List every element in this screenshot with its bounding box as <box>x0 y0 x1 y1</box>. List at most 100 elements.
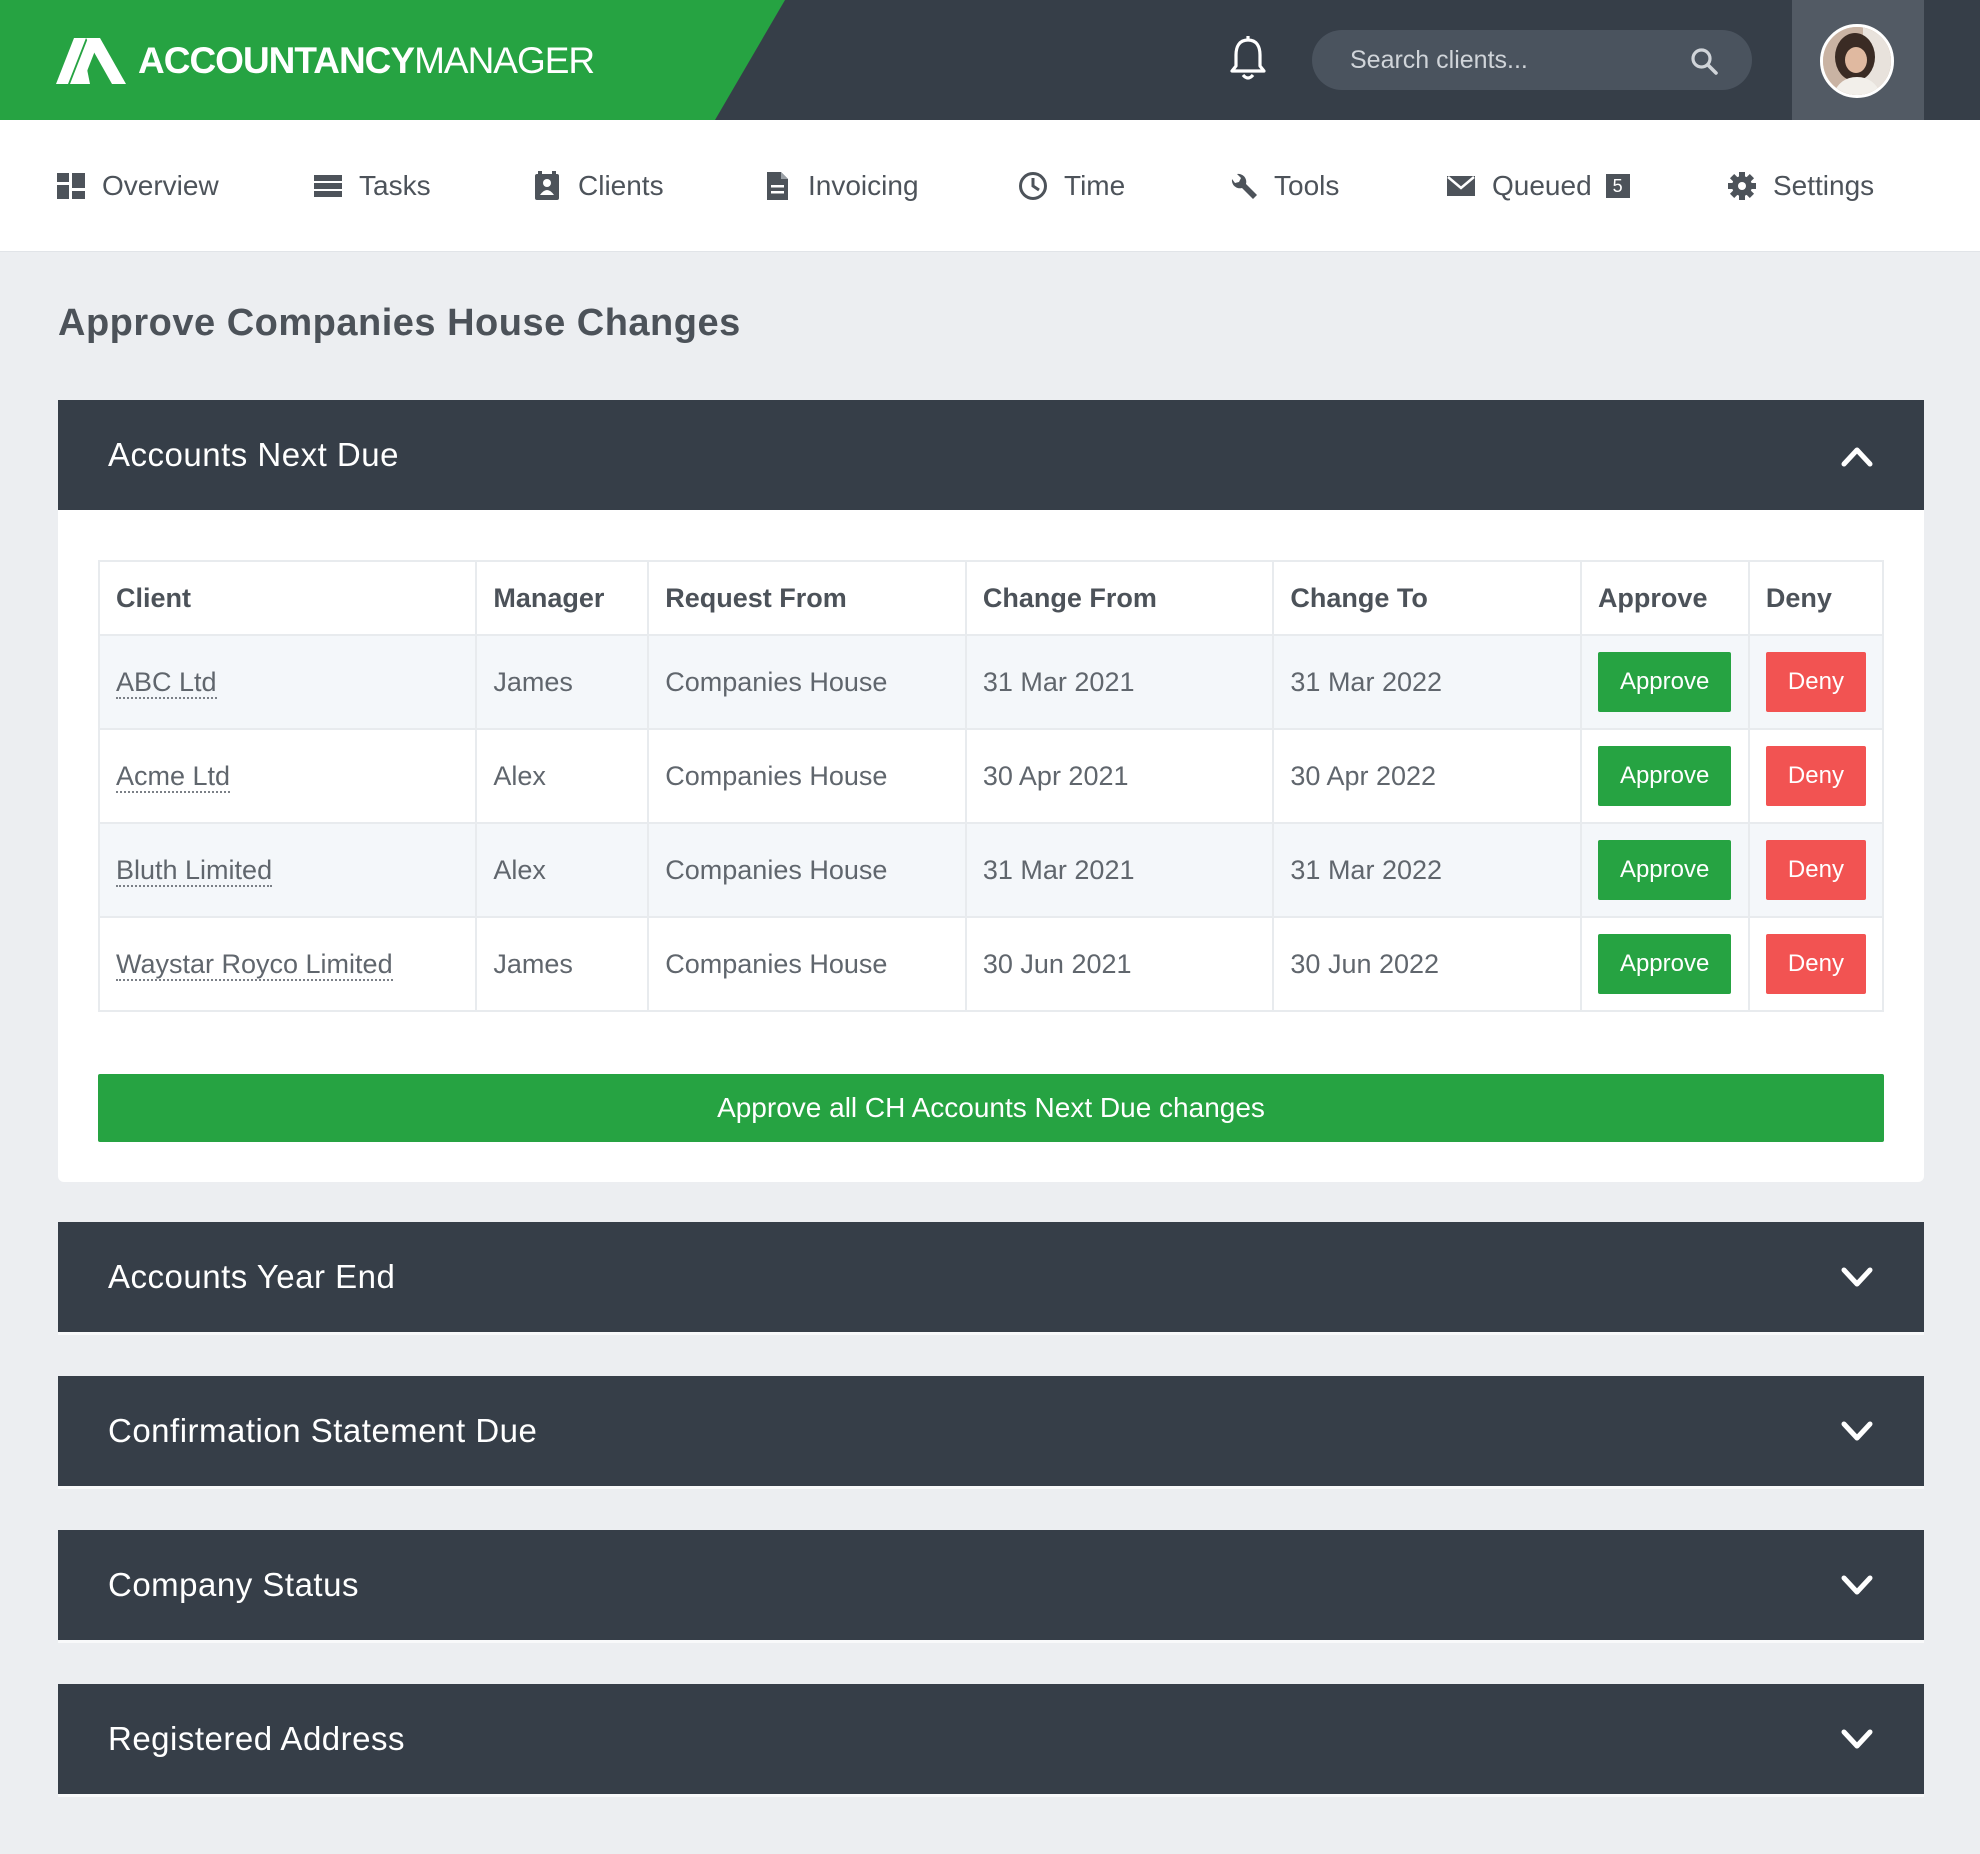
chevron-down-icon[interactable] <box>1840 1724 1874 1754</box>
approve-button[interactable]: Approve <box>1597 652 1732 712</box>
cell-change-to: 30 Jun 2022 <box>1272 916 1582 1012</box>
panel-title: Registered Address <box>108 1720 405 1757</box>
wrench-icon <box>1231 173 1257 199</box>
contact-icon <box>535 171 559 200</box>
user-photo-icon <box>1823 27 1891 95</box>
cell-manager: Alex <box>475 728 650 824</box>
cell-request-from: Companies House <box>647 634 967 730</box>
page-title: Approve Companies House Changes <box>58 302 741 344</box>
cell-manager: Alex <box>475 822 650 918</box>
panel-header-company-status[interactable]: Company Status <box>58 1530 1924 1640</box>
approve-button[interactable]: Approve <box>1597 934 1732 994</box>
cell-client: Acme Ltd <box>97 728 478 824</box>
cell-change-to: 31 Mar 2022 <box>1272 822 1582 918</box>
nav-item-invoicing[interactable]: Invoicing <box>762 120 919 252</box>
chevron-down-icon[interactable] <box>1840 1416 1874 1446</box>
nav-label: Queued <box>1492 170 1592 201</box>
nav-item-clients[interactable]: Clients <box>532 120 664 252</box>
cell-client: ABC Ltd <box>97 634 478 730</box>
nav-label: Tools <box>1274 170 1340 201</box>
cell-change-from: 30 Jun 2021 <box>964 916 1275 1012</box>
column-header-client: Client <box>97 560 478 636</box>
client-link[interactable]: Acme Ltd <box>116 760 231 793</box>
cell-change-from: 31 Mar 2021 <box>964 822 1275 918</box>
column-header-change-from: Change From <box>964 560 1275 636</box>
deny-button[interactable]: Deny <box>1765 840 1866 900</box>
panel-title: Accounts Next Due <box>108 436 399 473</box>
cell-manager: James <box>475 916 650 1012</box>
cell-client: Waystar Royco Limited <box>97 916 478 1012</box>
top-bar: ACCOUNTANCYMANAGER <box>0 0 1980 120</box>
cell-manager: James <box>475 634 650 730</box>
chevron-down-icon[interactable] <box>1840 1262 1874 1292</box>
table-row: Bluth Limited Alex Companies House 31 Ma… <box>97 822 1885 918</box>
chevron-down-icon[interactable] <box>1840 1570 1874 1600</box>
envelope-icon <box>1447 176 1475 196</box>
notification-bell-icon[interactable] <box>1228 36 1268 82</box>
nav-label: Clients <box>578 170 664 201</box>
cell-approve: Approve <box>1579 916 1750 1012</box>
table-header-row: Client Manager Request From Change From … <box>97 560 1885 636</box>
nav-item-overview[interactable]: Overview <box>56 120 219 252</box>
accountancy-manager-logo-icon <box>56 38 126 84</box>
nav-item-queued[interactable]: Queued 5 <box>1446 120 1630 252</box>
nav-item-settings[interactable]: Settings <box>1727 120 1874 252</box>
column-header-approve: Approve <box>1579 560 1750 636</box>
table-row: ABC Ltd James Companies House 31 Mar 202… <box>97 634 1885 730</box>
queued-count-badge: 5 <box>1605 174 1630 198</box>
column-header-request-from: Request From <box>647 560 967 636</box>
changes-table: Client Manager Request From Change From … <box>97 560 1885 1012</box>
cell-change-to: 30 Apr 2022 <box>1272 728 1582 824</box>
panel-header-registered-address[interactable]: Registered Address <box>58 1684 1924 1794</box>
cell-approve: Approve <box>1579 634 1750 730</box>
table-row: Acme Ltd Alex Companies House 30 Apr 202… <box>97 728 1885 824</box>
cell-deny: Deny <box>1747 728 1885 824</box>
cell-change-to: 31 Mar 2022 <box>1272 634 1582 730</box>
nav-label: Settings <box>1773 170 1875 201</box>
nav-item-tasks[interactable]: Tasks <box>313 120 431 252</box>
panel-header-accounts-year-end[interactable]: Accounts Year End <box>58 1222 1924 1332</box>
deny-button[interactable]: Deny <box>1765 934 1866 994</box>
nav-item-tools[interactable]: Tools <box>1228 120 1339 252</box>
nav-item-time[interactable]: Time <box>1018 120 1125 252</box>
chevron-up-icon[interactable] <box>1840 440 1874 470</box>
client-link[interactable]: Bluth Limited <box>116 854 273 887</box>
cell-client: Bluth Limited <box>97 822 478 918</box>
column-header-change-to: Change To <box>1272 560 1582 636</box>
cell-change-from: 31 Mar 2021 <box>964 634 1275 730</box>
deny-button[interactable]: Deny <box>1765 652 1866 712</box>
panel-title: Accounts Year End <box>108 1258 396 1295</box>
approve-all-button[interactable]: Approve all CH Accounts Next Due changes <box>98 1074 1884 1142</box>
cell-approve: Approve <box>1579 728 1750 824</box>
approve-button[interactable]: Approve <box>1597 746 1732 806</box>
nav-label: Invoicing <box>808 170 919 201</box>
nav-label: Overview <box>102 170 219 201</box>
column-header-manager: Manager <box>475 560 650 636</box>
brand-name: ACCOUNTANCYMANAGER <box>138 40 595 81</box>
panel-header-confirmation-statement-due[interactable]: Confirmation Statement Due <box>58 1376 1924 1486</box>
cell-deny: Deny <box>1747 916 1885 1012</box>
client-link[interactable]: Waystar Royco Limited <box>116 948 393 981</box>
search-input[interactable] <box>1350 30 1690 90</box>
panel-header-accounts-next-due[interactable]: Accounts Next Due <box>58 400 1924 510</box>
gear-icon <box>1728 172 1756 200</box>
client-link[interactable]: ABC Ltd <box>116 666 217 699</box>
panel-title: Company Status <box>108 1566 359 1603</box>
panel-title: Confirmation Statement Due <box>108 1412 538 1449</box>
nav-label: Time <box>1064 170 1126 201</box>
user-menu[interactable] <box>1792 0 1924 120</box>
search-box <box>1312 30 1752 90</box>
search-icon[interactable] <box>1690 47 1718 75</box>
deny-button[interactable]: Deny <box>1765 746 1866 806</box>
cell-deny: Deny <box>1747 822 1885 918</box>
list-icon <box>314 175 342 197</box>
document-icon <box>767 172 788 200</box>
brand-area[interactable]: ACCOUNTANCYMANAGER <box>0 0 785 120</box>
table-row: Waystar Royco Limited James Companies Ho… <box>97 916 1885 1012</box>
column-header-deny: Deny <box>1747 560 1885 636</box>
avatar[interactable] <box>1820 24 1894 98</box>
grid-icon <box>57 173 85 199</box>
cell-deny: Deny <box>1747 634 1885 730</box>
approve-button[interactable]: Approve <box>1597 840 1732 900</box>
cell-approve: Approve <box>1579 822 1750 918</box>
